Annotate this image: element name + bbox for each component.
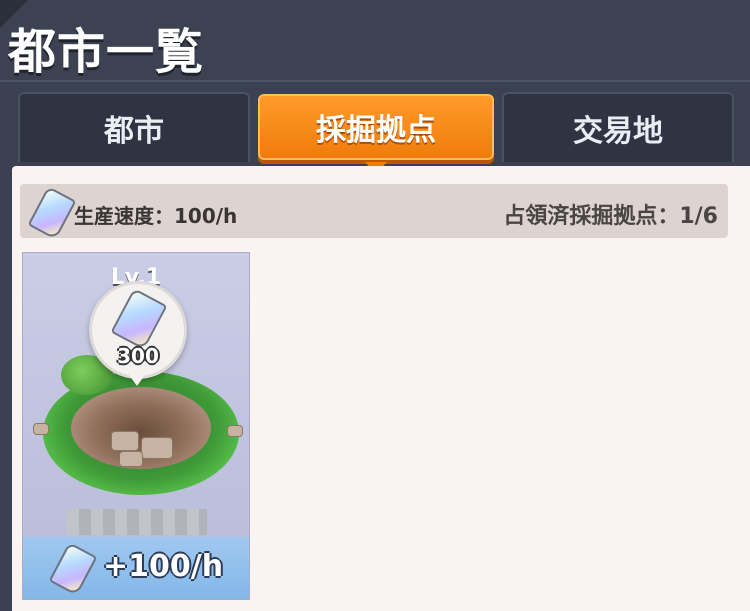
content-panel: 生産速度：100/h 占領済採掘拠点：1/6 Lv.1 300 +100/h xyxy=(12,166,750,611)
rock-decoration xyxy=(111,431,139,451)
rock-decoration xyxy=(119,451,143,467)
rock-decoration xyxy=(141,437,173,459)
card-footer: +100/h xyxy=(23,537,249,599)
tab-mining-bases[interactable]: 採掘拠点 xyxy=(258,94,494,174)
production-rate: +100/h xyxy=(103,549,224,584)
tab-mining-bases-label: 採掘拠点 xyxy=(316,113,436,148)
crystal-ore-icon xyxy=(27,186,77,240)
crystal-ore-icon xyxy=(48,542,98,596)
info-bar: 生産速度：100/h 占領済採掘拠点：1/6 xyxy=(20,184,728,240)
header-bar: 都市一覧 xyxy=(0,0,750,82)
base-name-redacted xyxy=(67,509,207,535)
resource-amount-bubble[interactable]: 300 xyxy=(89,281,187,379)
occupied-bases-count: 占領済採掘拠点：1/6 xyxy=(503,204,718,229)
tab-cities-label: 都市 xyxy=(104,114,164,149)
production-speed-text: 生産速度：100/h xyxy=(74,204,238,228)
crystal-ore-icon xyxy=(110,288,168,350)
page-title: 都市一覧 xyxy=(8,24,205,80)
mining-base-card[interactable]: Lv.1 300 +100/h xyxy=(22,252,250,600)
tab-bar: 都市 採掘拠点 交易地 xyxy=(0,82,750,174)
tab-trading-posts-label: 交易地 xyxy=(573,114,663,149)
rock-decoration xyxy=(33,423,49,435)
tab-trading-posts[interactable]: 交易地 xyxy=(502,92,734,162)
resource-amount: 300 xyxy=(117,344,159,368)
tab-cities[interactable]: 都市 xyxy=(18,92,250,162)
rock-decoration xyxy=(227,425,243,437)
bubble-tail xyxy=(124,368,150,386)
